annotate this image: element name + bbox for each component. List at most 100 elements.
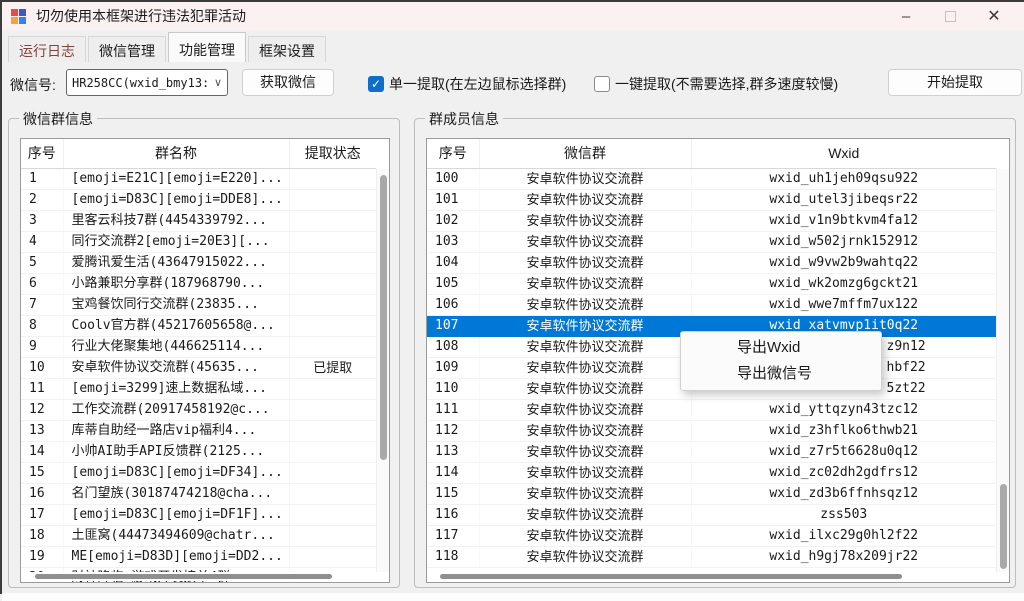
row-number-cell: 108 [427, 336, 479, 357]
group-row[interactable]: 1[emoji=E21C][emoji=E220]... [21, 168, 376, 189]
single-extract-checkbox[interactable]: ✓ [368, 76, 384, 92]
maximize-button[interactable] [928, 2, 972, 30]
menu-item-export-wxid[interactable]: 导出Wxid [681, 335, 881, 361]
member-row[interactable]: 101安卓软件协议交流群wxid_utel3jibeqsr22 [427, 189, 996, 210]
wechat-group-cell: 安卓软件协议交流群 [479, 399, 691, 420]
group-info-panel-title: 微信群信息 [19, 109, 97, 129]
tab-function-management[interactable]: 功能管理 [168, 32, 246, 62]
group-table-header: 序号 群名称 提取状态 [21, 139, 376, 168]
group-row[interactable]: 19ME[emoji=D83D][emoji=DD2... [21, 546, 376, 567]
member-row[interactable]: 111安卓软件协议交流群wxid_yttqzyn43tzc12 [427, 399, 996, 420]
group-table-vertical-scrollbar[interactable] [376, 169, 389, 572]
row-number-cell: 12 [21, 399, 63, 420]
member-table-vertical-scrollbar[interactable] [996, 169, 1009, 572]
row-number-cell: 13 [21, 420, 63, 441]
wxid-cell: wxid_wk2omzg6gckt21 [691, 273, 996, 294]
get-wechat-button[interactable]: 获取微信 [242, 69, 334, 96]
wechat-group-cell: 安卓软件协议交流群 [479, 483, 691, 504]
wxid-cell: wxid_wwe7mffm7ux122 [691, 294, 996, 315]
group-row[interactable]: 8Coolv官方群(45217605658@... [21, 315, 376, 336]
row-number-cell: 111 [427, 399, 479, 420]
row-number-cell: 16 [21, 483, 63, 504]
group-row[interactable]: 2[emoji=D83C][emoji=DDE8]... [21, 189, 376, 210]
member-row[interactable]: 104安卓软件协议交流群wxid_w9vw2b9wahtq22 [427, 252, 996, 273]
group-row[interactable]: 17[emoji=D83C][emoji=DF1F]... [21, 504, 376, 525]
row-number-cell: 109 [427, 357, 479, 378]
group-row[interactable]: 10安卓软件协议交流群(45635...已提取 [21, 357, 376, 378]
member-row[interactable]: 103安卓软件协议交流群wxid_w502jrnk152912 [427, 231, 996, 252]
group-name-cell: 爱腾讯爱生活(43647915022... [63, 252, 289, 273]
member-row[interactable]: 114安卓软件协议交流群wxid_zc02dh2gdfrs12 [427, 462, 996, 483]
status-cell [289, 399, 376, 420]
start-extract-button[interactable]: 开始提取 [888, 69, 1022, 96]
group-row[interactable]: 3里客云科技7群(4454339792... [21, 210, 376, 231]
group-row[interactable]: 9行业大佬聚集地(446625114... [21, 336, 376, 357]
wechat-group-cell: 安卓软件协议交流群 [479, 462, 691, 483]
member-row[interactable]: 102安卓软件协议交流群wxid_v1n9btkvm4fa12 [427, 210, 996, 231]
wxid-cell: wxid_ilxc29g0hl2f22 [691, 525, 996, 546]
wxid-cell: wxid_utel3jibeqsr22 [691, 189, 996, 210]
wxid-cell: wxid_h9gj78x209jr22 [691, 546, 996, 567]
minimize-button[interactable]: – [884, 2, 928, 30]
wxid-cell: zss503 [691, 504, 996, 525]
group-table-horizontal-scrollbar[interactable] [22, 572, 375, 581]
group-name-cell: 工作交流群(20917458192@c... [63, 399, 289, 420]
group-row[interactable]: 15[emoji=D83C][emoji=DF34]... [21, 462, 376, 483]
status-cell [289, 210, 376, 231]
group-row[interactable]: 11[emoji=3299]速上数据私域... [21, 378, 376, 399]
group-row[interactable]: 5爱腾讯爱生活(43647915022... [21, 252, 376, 273]
group-row[interactable]: 6小路兼职分享群(187968790... [21, 273, 376, 294]
status-cell [289, 231, 376, 252]
row-number-cell: 2 [21, 189, 63, 210]
wechat-account-select[interactable]: HR258CC(wxid_bmy13: ∨ [66, 69, 228, 96]
row-number-cell: 112 [427, 420, 479, 441]
member-table-horizontal-scrollbar[interactable] [428, 572, 995, 581]
status-cell [289, 315, 376, 336]
wxid-cell: wxid_zc02dh2gdfrs12 [691, 462, 996, 483]
group-row[interactable]: 14小帅AI助手API反馈群(2125... [21, 441, 376, 462]
row-number-cell: 8 [21, 315, 63, 336]
one-key-extract-option[interactable]: 一键提取(不需要选择,群多速度较慢) [594, 74, 838, 94]
close-button[interactable]: ✕ [972, 2, 1016, 30]
group-row[interactable]: 7宝鸡餐饮同行交流群(23835... [21, 294, 376, 315]
group-name-cell: 同行交流群2[emoji=20E3][... [63, 231, 289, 252]
check-icon: ✓ [371, 77, 381, 91]
tab-framework-settings[interactable]: 框架设置 [248, 36, 326, 62]
row-number-cell: 114 [427, 462, 479, 483]
member-row[interactable]: 105安卓软件协议交流群wxid_wk2omzg6gckt21 [427, 273, 996, 294]
member-row[interactable]: 117安卓软件协议交流群wxid_ilxc29g0hl2f22 [427, 525, 996, 546]
status-cell [289, 168, 376, 189]
group-row[interactable]: 18土匪窝(44473494609@chatr... [21, 525, 376, 546]
member-row[interactable]: 115安卓软件协议交流群wxid_zd3b6ffnhsqz12 [427, 483, 996, 504]
context-menu: 导出Wxid 导出微信号 [680, 331, 882, 391]
row-number-cell: 106 [427, 294, 479, 315]
wechat-group-cell: 安卓软件协议交流群 [479, 378, 691, 399]
window-title: 切勿使用本框架进行违法犯罪活动 [36, 6, 246, 26]
member-row[interactable]: 100安卓软件协议交流群wxid_uh1jeh09qsu922 [427, 168, 996, 189]
single-extract-label: 单一提取(在左边鼠标选择群) [389, 74, 566, 94]
group-name-cell: 里客云科技7群(4454339792... [63, 210, 289, 231]
member-row[interactable]: 112安卓软件协议交流群wxid_z3hflko6thwb21 [427, 420, 996, 441]
group-row[interactable]: 13库蒂自助经一路店vip福利4... [21, 420, 376, 441]
group-name-cell: 安卓软件协议交流群(45635... [63, 357, 289, 378]
group-name-cell: Coolv官方群(45217605658@... [63, 315, 289, 336]
member-row[interactable]: 113安卓软件协议交流群wxid_z7r5t6628u0q12 [427, 441, 996, 462]
one-key-extract-checkbox[interactable] [594, 76, 610, 92]
group-row[interactable]: 4同行交流群2[emoji=20E3][... [21, 231, 376, 252]
single-extract-option[interactable]: ✓ 单一提取(在左边鼠标选择群) [368, 74, 566, 94]
group-row[interactable]: 12工作交流群(20917458192@c... [21, 399, 376, 420]
status-cell [289, 504, 376, 525]
tab-run-log[interactable]: 运行日志 [8, 36, 86, 62]
menu-item-export-wechat-id[interactable]: 导出微信号 [681, 361, 881, 387]
member-row[interactable]: 116安卓软件协议交流群zss503 [427, 504, 996, 525]
member-row[interactable]: 118安卓软件协议交流群wxid_h9gj78x209jr22 [427, 546, 996, 567]
group-name-cell: [emoji=D83C][emoji=DDE8]... [63, 189, 289, 210]
member-row[interactable]: 106安卓软件协议交流群wxid_wwe7mffm7ux122 [427, 294, 996, 315]
row-number-cell: 100 [427, 168, 479, 189]
tab-wechat-management[interactable]: 微信管理 [88, 36, 166, 62]
row-number-cell: 3 [21, 210, 63, 231]
col-header-index: 序号 [21, 139, 63, 168]
group-row[interactable]: 16名门望族(30187474218@cha... [21, 483, 376, 504]
wechat-group-cell: 安卓软件协议交流群 [479, 441, 691, 462]
row-number-cell: 113 [427, 441, 479, 462]
